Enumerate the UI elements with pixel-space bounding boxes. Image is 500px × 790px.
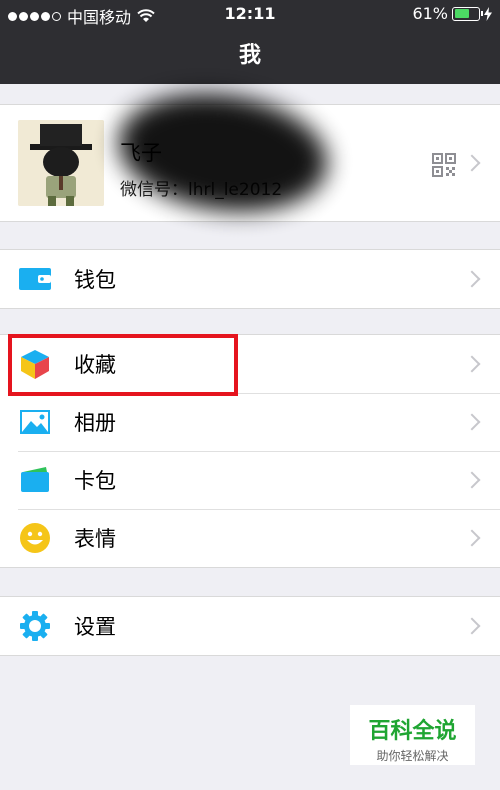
charging-icon: [484, 6, 492, 21]
menu-item-cards[interactable]: 卡包: [0, 451, 500, 509]
chevron-right-icon: [463, 154, 481, 172]
menu-label-album: 相册: [74, 411, 116, 435]
menu-item-wallet[interactable]: 钱包: [0, 250, 500, 308]
battery-percent: 61%: [412, 4, 448, 23]
chevron-right-icon: [463, 355, 481, 373]
chevron-right-icon: [463, 270, 481, 288]
menu-label-stickers: 表情: [74, 527, 116, 551]
wallet-group: 钱包: [0, 249, 500, 309]
smiley-icon: [20, 523, 50, 553]
avatar-image: [18, 120, 104, 206]
page-title: 我: [0, 28, 500, 84]
qr-code-icon[interactable]: [432, 153, 456, 177]
gear-icon: [20, 611, 50, 641]
chevron-right-icon: [463, 471, 481, 489]
battery-fill: [454, 9, 469, 18]
chevron-right-icon: [463, 529, 481, 547]
menu-label-cards: 卡包: [74, 469, 116, 493]
watermark-logo: 百科全说 助你轻松解决: [350, 705, 475, 765]
watermark-title: 百科全说: [368, 719, 457, 744]
battery-icon: [452, 6, 483, 21]
highlight-box: [8, 334, 238, 396]
wallet-icon: [19, 268, 51, 290]
menu-item-settings[interactable]: 设置: [0, 597, 500, 655]
chevron-right-icon: [463, 617, 481, 635]
image-icon: [20, 410, 50, 434]
menu-label-wallet: 钱包: [74, 268, 116, 292]
chevron-right-icon: [463, 413, 481, 431]
card-icon: [21, 467, 49, 492]
status-bar: 中国移动 12:11 61%: [0, 0, 500, 28]
menu-item-stickers[interactable]: 表情: [0, 509, 500, 567]
menu-item-album[interactable]: 相册: [0, 393, 500, 451]
settings-group: 设置: [0, 596, 500, 656]
watermark-subtitle: 助你轻松解决: [376, 749, 449, 763]
menu-label-settings: 设置: [74, 615, 116, 639]
status-right: 61%: [412, 4, 492, 23]
avatar[interactable]: [18, 120, 104, 206]
